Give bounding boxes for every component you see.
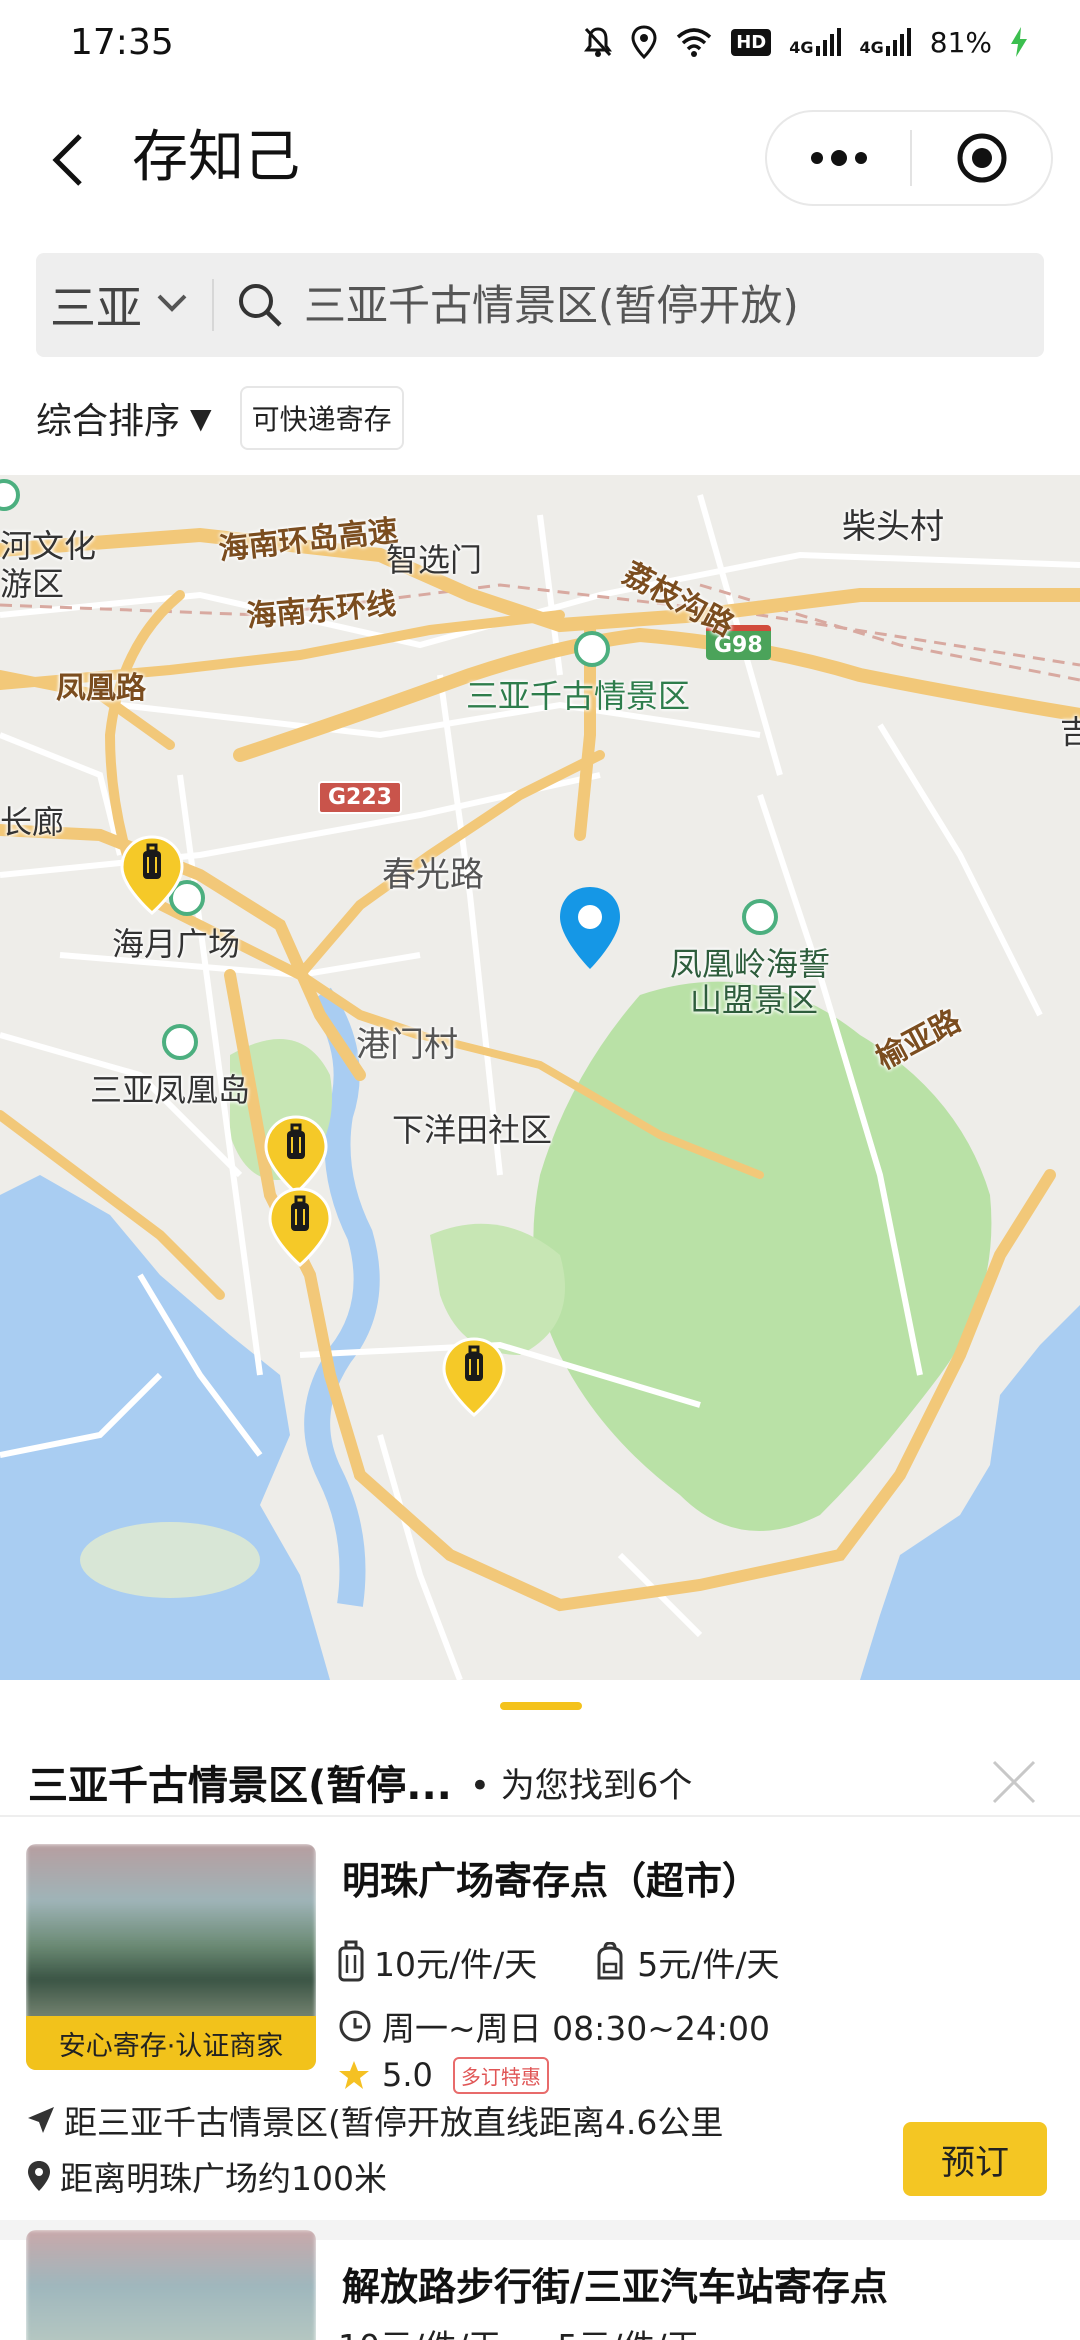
rating-value: 5.0 <box>382 2056 433 2094</box>
back-arrow-icon[interactable] <box>40 124 96 196</box>
clock-icon <box>339 2010 371 2042</box>
certified-badge: 安心寄存·认证商家 <box>26 2016 316 2070</box>
map-label-road: 凤凰路 <box>56 671 146 706</box>
sheet-drag-handle[interactable] <box>500 1702 582 1710</box>
small-price-text: 5元/件/天 <box>637 1945 780 1984</box>
page-title: 存知己 <box>132 125 300 190</box>
search-input[interactable] <box>304 280 1004 330</box>
status-bar: 17:35 HD 4G 4G 81% <box>0 0 1080 84</box>
sheet-divider <box>0 1815 1080 1817</box>
search-icon <box>236 281 284 329</box>
mini-program-capsule <box>765 110 1053 206</box>
map-label-area: 游区 <box>0 565 65 603</box>
caret-down-icon: ▼ <box>190 401 212 435</box>
close-miniprogram-icon[interactable] <box>912 112 1051 204</box>
store-card[interactable]: 解放路步行街/三亚汽车站寄存点 10元/件/天 5元/件/天 <box>0 2220 1080 2340</box>
scenic-dot-3 <box>162 1024 198 1060</box>
hours-row: 周一~周日 08:30~24:00 <box>338 2002 770 2050</box>
navigation-arrow-icon <box>28 2107 54 2133</box>
map-label-poi: 智选门 <box>386 541 483 579</box>
sort-label: 综合排序 <box>36 401 181 442</box>
map-label-village: 柴头村 <box>842 507 944 547</box>
close-icon[interactable] <box>986 1754 1042 1810</box>
price-row: 10元/件/天 5元/件/天 <box>338 2320 699 2340</box>
location-icon <box>631 25 657 59</box>
store-photo <box>26 2230 316 2340</box>
express-storage-chip[interactable]: 可快递寄存 <box>239 386 404 450</box>
landmark-row: 距离明珠广场约100米 <box>26 2152 387 2200</box>
backpack-icon <box>597 1942 623 1980</box>
signal-1: 4G <box>789 28 841 56</box>
more-menu-icon[interactable] <box>767 112 910 204</box>
storage-pin[interactable] <box>264 1115 328 1195</box>
large-luggage-price: 10元/件/天 <box>338 1938 537 1986</box>
map-label-edge: 吉 <box>1060 713 1080 751</box>
scenic-dot-2 <box>742 899 778 935</box>
result-count: • 为您找到6个 <box>469 1765 693 1806</box>
distance-row: 距三亚千古情景区(暂停开放直线距离4.6公里 <box>26 2096 723 2144</box>
map-label-community: 下洋田社区 <box>392 1111 553 1149</box>
sheet-title: 三亚千古情景区(暂停... <box>28 1763 452 1809</box>
storage-pin[interactable] <box>442 1337 506 1417</box>
status-icons: HD 4G 4G 81% <box>583 25 1028 59</box>
status-time: 17:35 <box>70 21 174 63</box>
landmark-text: 距离明珠广场约100米 <box>60 2159 387 2198</box>
distance-text: 距三亚千古情景区(暂停开放直线距离4.6公里 <box>64 2103 724 2142</box>
small-price-text: 5元/件/天 <box>557 2320 699 2340</box>
price-row: 10元/件/天 5元/件/天 <box>338 1938 779 1986</box>
location-pin-icon <box>28 2161 50 2191</box>
large-price-text: 10元/件/天 <box>374 1945 538 1984</box>
storage-pin[interactable] <box>120 835 184 915</box>
map-label-area: 长廊 <box>0 803 65 841</box>
map-label-poi: 海月广场 <box>112 925 241 963</box>
signal-2: 4G <box>860 28 912 56</box>
hours-text: 周一~周日 08:30~24:00 <box>382 2009 770 2048</box>
small-luggage-price: 5元/件/天 <box>593 1938 779 1986</box>
rating-row: 5.0 多订特惠 <box>338 2056 549 2094</box>
star-icon <box>339 2061 369 2089</box>
store-card[interactable]: 安心寄存·认证商家 明珠广场寄存点（超市） 10元/件/天 5元/件/天 周一~… <box>0 1840 1080 2220</box>
sort-dropdown[interactable]: 综合排序 ▼ <box>36 392 212 444</box>
city-label: 三亚 <box>50 281 142 335</box>
map-label-scenic: 三亚千古情景区 <box>466 677 691 715</box>
map-label-scenic: 山盟景区 <box>690 981 819 1019</box>
network-label: 4G <box>859 38 884 57</box>
book-button[interactable]: 预订 <box>903 2122 1047 2196</box>
map-shield-g223: G223 <box>318 781 402 814</box>
charging-bolt-icon <box>1010 27 1028 57</box>
battery-level: 81% <box>929 25 992 59</box>
network-label: 4G <box>789 38 814 57</box>
store-name: 解放路步行街/三亚汽车站寄存点 <box>342 2265 888 2309</box>
search-divider <box>212 279 214 331</box>
mute-bell-icon <box>583 26 613 58</box>
suitcase-icon <box>338 1940 364 1982</box>
nav-bar: 存知己 <box>0 100 1080 220</box>
map-view[interactable]: 海南环岛高速 G98 柴头村 河文化 游区 智选门 海南东环线 荔枝沟路 凤凰路… <box>0 475 1080 1680</box>
map-label-village: 港门村 <box>356 1025 458 1065</box>
hd-badge: HD <box>731 28 772 56</box>
store-photo-image <box>26 2230 316 2340</box>
chevron-down-icon <box>156 293 188 317</box>
scenic-marker <box>574 631 610 667</box>
park-fenghuangling <box>533 981 992 1531</box>
store-name: 明珠广场寄存点（超市） <box>342 1859 761 1903</box>
sheet-header: 三亚千古情景区(暂停... • 为您找到6个 <box>28 1732 1052 1832</box>
large-price-text: 10元/件/天 <box>338 2320 501 2340</box>
map-label-island: 三亚凤凰岛 <box>90 1071 251 1109</box>
wifi-icon <box>675 27 713 57</box>
phoenix-island <box>80 1522 260 1598</box>
promo-tag: 多订特惠 <box>452 2056 549 2094</box>
filter-row: 综合排序 ▼ 可快递寄存 <box>36 386 404 450</box>
storage-pin[interactable] <box>268 1187 332 1267</box>
store-photo: 安心寄存·认证商家 <box>26 1844 316 2070</box>
map-label-road: 春光路 <box>382 855 484 895</box>
search-bar: 三亚 <box>36 253 1044 357</box>
scenic-dot-4 <box>0 479 20 511</box>
city-selector[interactable]: 三亚 <box>36 272 212 338</box>
